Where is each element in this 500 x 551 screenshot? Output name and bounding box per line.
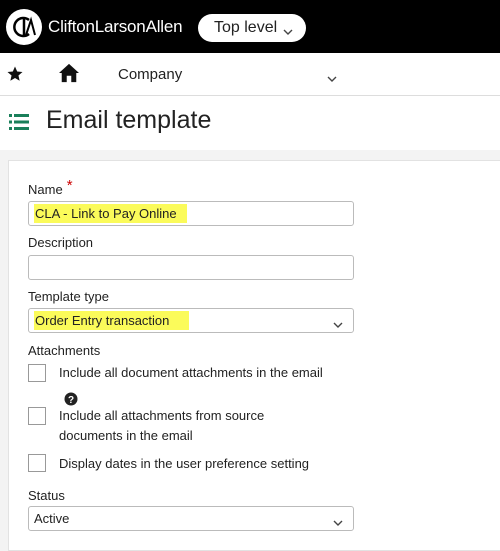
description-label: Description <box>28 235 94 250</box>
chevron-down-icon <box>283 23 293 41</box>
status-label: Status <box>28 488 65 503</box>
attachments-label: Attachments <box>28 343 101 358</box>
cla-logo[interactable] <box>6 9 42 45</box>
svg-text:?: ? <box>68 395 74 406</box>
display-dates-checkbox[interactable] <box>28 454 46 472</box>
nav-bar: Company <box>0 53 500 96</box>
star-icon[interactable] <box>6 65 24 88</box>
display-dates-label: Display dates in the user preference set… <box>59 456 310 471</box>
company-menu[interactable]: Company <box>118 66 182 83</box>
entity-level-label: Top level <box>214 19 278 36</box>
chevron-down-icon[interactable] <box>327 70 337 88</box>
include-all-docs-label: Include all document attachments in the … <box>59 365 323 380</box>
name-label: Name * <box>28 177 73 197</box>
include-source-attachments-label: Include all attachments from source docum… <box>59 408 265 443</box>
home-icon[interactable] <box>58 63 80 88</box>
template-type-value: Order Entry transaction <box>34 311 190 330</box>
brand-name: CliftonLarsonAllen <box>48 17 183 36</box>
include-all-docs-checkbox[interactable] <box>28 364 46 382</box>
description-field[interactable] <box>28 255 354 280</box>
status-value: Active <box>34 511 70 526</box>
top-bar: CliftonLarsonAllen Top level <box>0 0 500 53</box>
list-icon[interactable] <box>9 113 31 136</box>
chevron-down-icon <box>333 317 343 332</box>
form-panel: Name * CLA - Link to Pay Online Descripti… <box>8 160 500 551</box>
status-select[interactable]: Active <box>28 506 354 531</box>
chevron-down-icon <box>333 515 343 530</box>
template-type-select[interactable]: Order Entry transaction <box>28 308 354 333</box>
page-header: Email template <box>0 96 500 150</box>
content-area: Name * CLA - Link to Pay Online Descripti… <box>0 150 500 551</box>
name-field[interactable]: CLA - Link to Pay Online <box>28 201 354 226</box>
entity-level-selector[interactable]: Top level <box>198 14 306 42</box>
name-value: CLA - Link to Pay Online <box>34 204 187 223</box>
required-marker: * <box>66 177 73 194</box>
template-type-label: Template type <box>28 289 109 304</box>
page-title: Email template <box>46 106 212 134</box>
include-source-attachments-checkbox[interactable] <box>28 407 46 425</box>
